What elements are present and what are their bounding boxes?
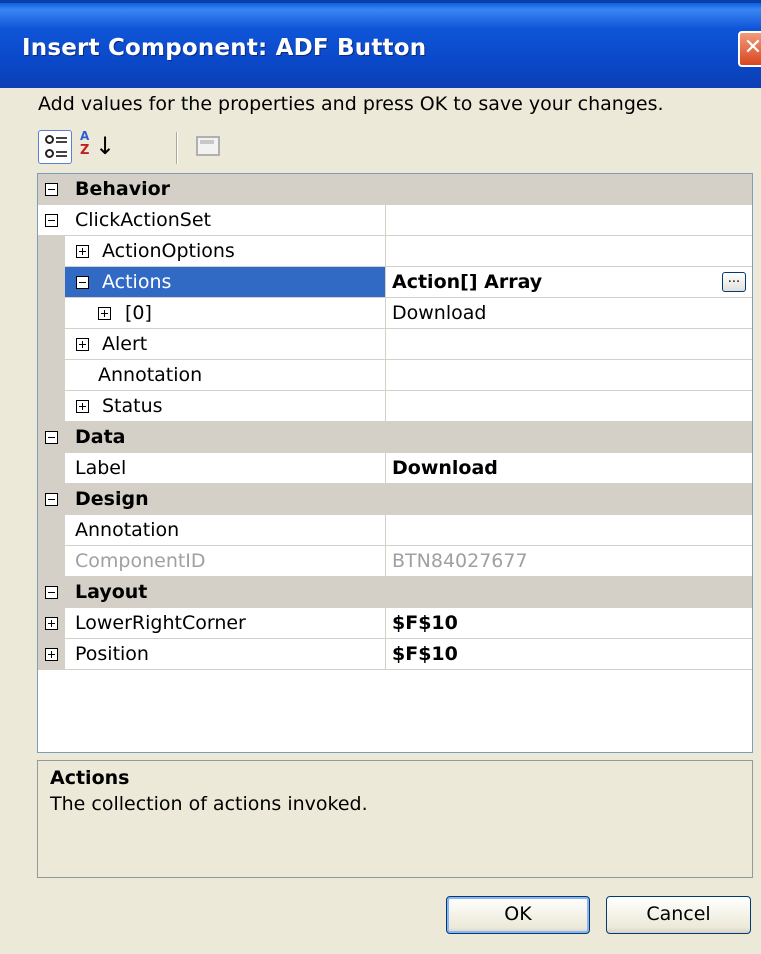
property-name: ClickActionSet: [75, 209, 211, 231]
property-value[interactable]: [386, 360, 752, 391]
property-row[interactable]: Status: [38, 391, 752, 422]
category-data[interactable]: Data: [38, 422, 752, 453]
category-design[interactable]: Design: [38, 484, 752, 515]
property-name: ComponentID: [75, 550, 206, 572]
property-value[interactable]: [386, 329, 752, 360]
expand-icon[interactable]: [76, 245, 89, 258]
window-title: Insert Component: ADF Button: [22, 35, 427, 61]
property-value[interactable]: $F$10: [386, 639, 752, 670]
collapse-icon[interactable]: [45, 586, 58, 599]
ok-button[interactable]: OK: [446, 896, 590, 934]
collapse-icon[interactable]: [45, 214, 58, 227]
expand-icon[interactable]: [98, 307, 111, 320]
collapse-icon[interactable]: [76, 276, 89, 289]
property-row[interactable]: Position $F$10: [38, 639, 752, 670]
property-value: BTN84027677: [386, 546, 752, 577]
category-behavior[interactable]: Behavior: [38, 174, 752, 205]
property-name: Label: [75, 457, 127, 479]
property-name: Annotation: [98, 364, 203, 386]
property-value-text: Action[] Array: [392, 271, 543, 293]
property-grid[interactable]: Behavior ClickActionSet ActionOptions Ac…: [37, 173, 753, 753]
toolbar-separator: [176, 132, 178, 164]
property-row[interactable]: Annotation: [38, 515, 752, 546]
collapse-icon[interactable]: [45, 493, 58, 506]
property-value[interactable]: [386, 205, 752, 236]
property-value-text: BTN84027677: [392, 550, 528, 572]
property-value[interactable]: [386, 236, 752, 267]
title-bar[interactable]: Insert Component: ADF Button ✕: [0, 0, 761, 88]
close-icon: ✕: [743, 35, 761, 60]
expand-icon[interactable]: [45, 648, 58, 661]
property-name: Actions: [102, 271, 172, 293]
property-name: ActionOptions: [102, 240, 235, 262]
property-value[interactable]: Download: [386, 298, 752, 329]
property-name: Alert: [102, 333, 148, 355]
property-name: LowerRightCorner: [75, 612, 246, 634]
property-row[interactable]: ActionOptions: [38, 236, 752, 267]
property-value[interactable]: $F$10: [386, 608, 752, 639]
property-name: [0]: [125, 302, 152, 324]
property-value[interactable]: Download: [386, 453, 752, 484]
ellipsis-button[interactable]: ...: [722, 272, 746, 292]
instruction-text: Add values for the properties and press …: [38, 93, 664, 115]
property-pages-button[interactable]: [193, 130, 227, 164]
property-value[interactable]: [386, 391, 752, 422]
property-value[interactable]: Action[] Array ...: [386, 267, 752, 298]
property-row[interactable]: ClickActionSet: [38, 205, 752, 236]
property-grid-toolbar: A Z ↓: [38, 128, 220, 168]
property-row-readonly[interactable]: ComponentID BTN84027677: [38, 546, 752, 577]
property-row[interactable]: Label Download: [38, 453, 752, 484]
expand-icon[interactable]: [76, 338, 89, 351]
collapse-icon[interactable]: [45, 183, 58, 196]
property-value-text: $F$10: [392, 643, 458, 665]
category-label: Design: [75, 488, 149, 510]
category-label: Layout: [75, 581, 148, 603]
property-name: Position: [75, 643, 149, 665]
property-row[interactable]: LowerRightCorner $F$10: [38, 608, 752, 639]
expand-icon[interactable]: [45, 617, 58, 630]
property-value-text: Download: [392, 457, 498, 479]
help-panel: Actions The collection of actions invoke…: [37, 760, 753, 878]
alphabetical-button[interactable]: A Z ↓: [78, 130, 115, 164]
property-row[interactable]: [0] Download: [38, 298, 752, 329]
expand-icon[interactable]: [76, 400, 89, 413]
property-name: Status: [102, 395, 163, 417]
categorized-button[interactable]: [38, 130, 72, 164]
property-name: Annotation: [75, 519, 180, 541]
property-value[interactable]: [386, 515, 752, 546]
collapse-icon[interactable]: [45, 431, 58, 444]
property-value-text: Download: [392, 302, 487, 324]
property-row-selected[interactable]: Actions Action[] Array ...: [38, 267, 752, 298]
category-label: Data: [75, 426, 126, 448]
property-row[interactable]: Annotation: [38, 360, 752, 391]
category-layout[interactable]: Layout: [38, 577, 752, 608]
help-description: The collection of actions invoked.: [50, 793, 368, 815]
close-button[interactable]: ✕: [738, 31, 761, 67]
help-title: Actions: [50, 767, 130, 789]
category-label: Behavior: [75, 178, 171, 200]
cancel-button[interactable]: Cancel: [606, 896, 751, 934]
property-value-text: $F$10: [392, 612, 458, 634]
property-row[interactable]: Alert: [38, 329, 752, 360]
